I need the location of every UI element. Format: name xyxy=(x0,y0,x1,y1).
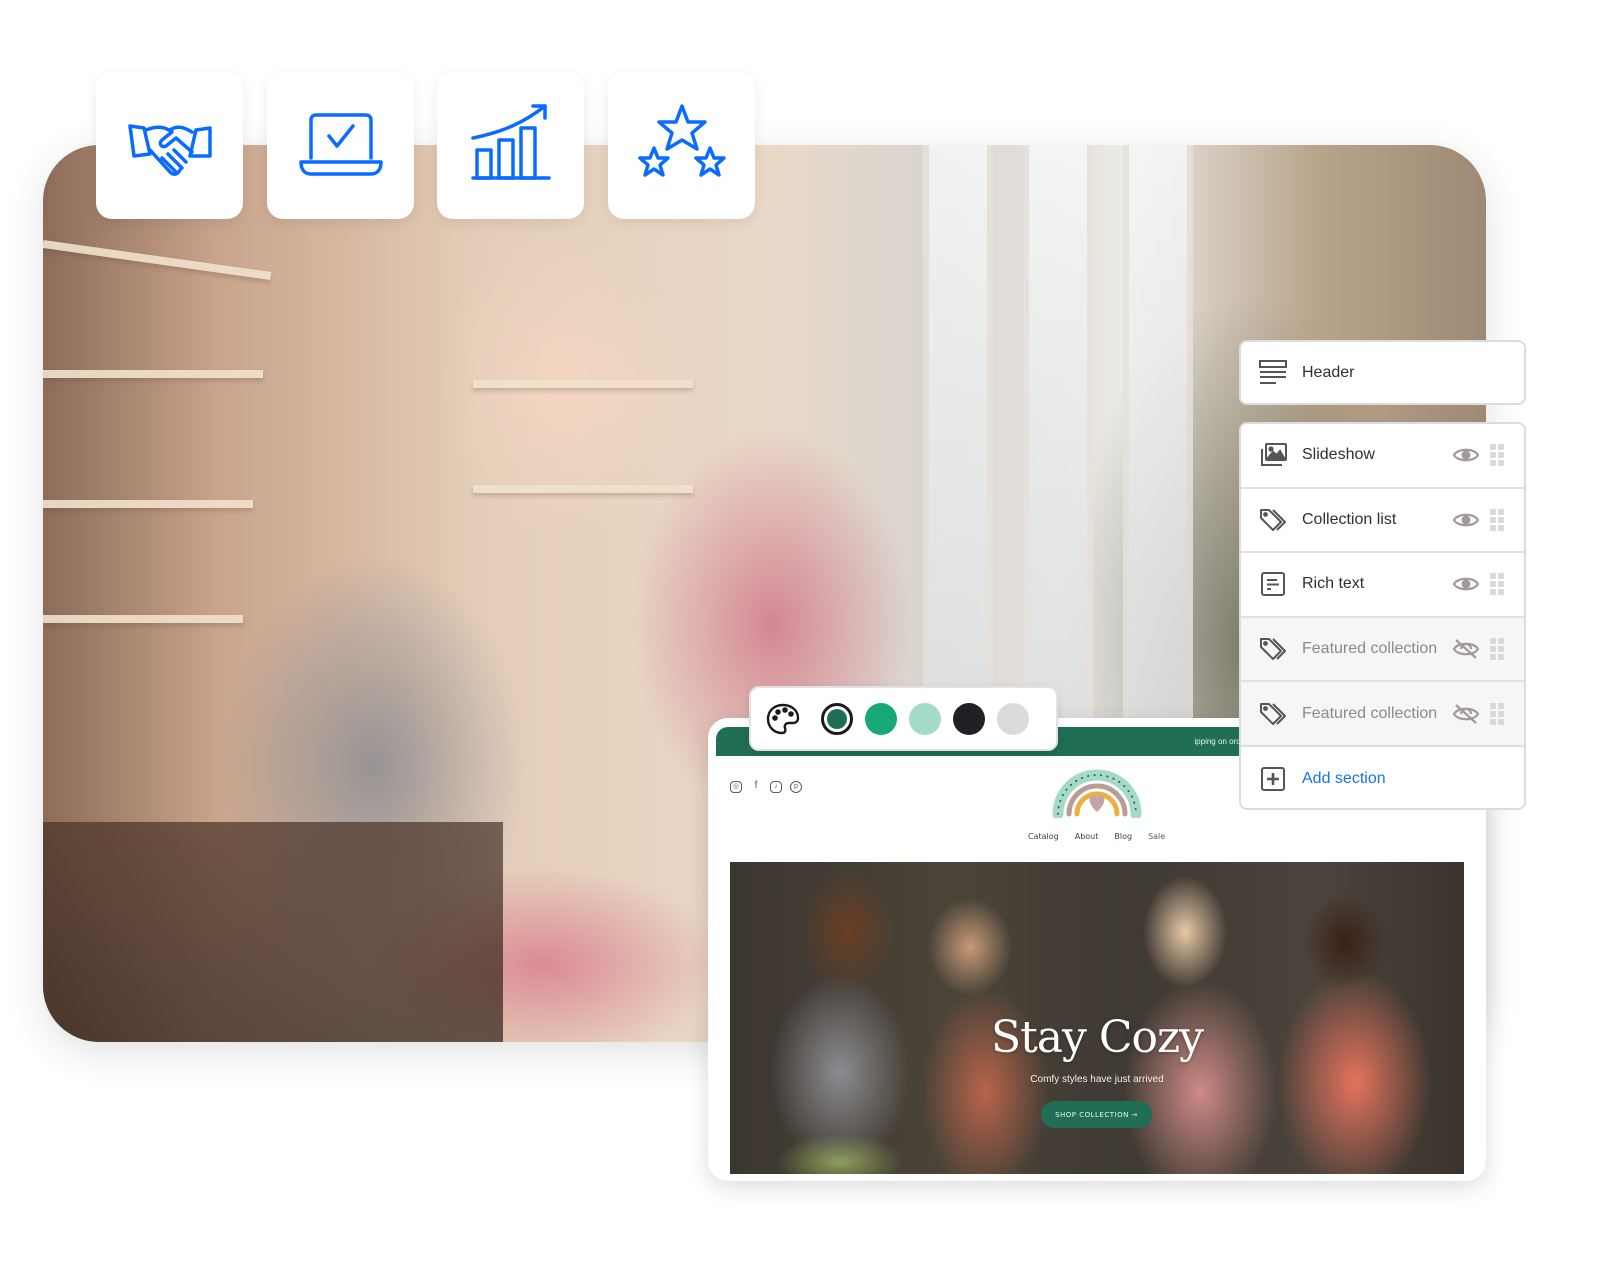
color-swatch-dark-green[interactable] xyxy=(821,702,853,735)
section-label: Rich text xyxy=(1302,575,1365,593)
slideshow-banner: Stay Cozy Comfy styles have just arrived… xyxy=(730,862,1464,1174)
rainbow-logo[interactable] xyxy=(1052,756,1142,818)
photo-shelf xyxy=(473,380,693,388)
color-swatch-green[interactable] xyxy=(865,702,897,735)
handshake-icon xyxy=(127,123,212,176)
feature-card-handshake xyxy=(96,72,243,219)
eye-icon[interactable] xyxy=(1452,444,1480,466)
banner-title: Stay Cozy xyxy=(990,1012,1204,1063)
section-label: Featured collection xyxy=(1302,640,1438,658)
instagram-icon[interactable]: ◎ xyxy=(730,781,742,793)
tiktok-icon[interactable]: ♪ xyxy=(770,781,782,793)
facebook-icon[interactable]: f xyxy=(750,781,762,793)
section-row-featured-collection[interactable]: Featured collection xyxy=(1241,617,1524,683)
laptop-check-icon xyxy=(298,112,383,176)
nav-about[interactable]: About xyxy=(1075,832,1099,841)
color-palette-picker xyxy=(749,686,1058,751)
section-label: Slideshow xyxy=(1302,446,1375,464)
section-row-slideshow[interactable]: Slideshow xyxy=(1241,424,1524,489)
nav-blog[interactable]: Blog xyxy=(1114,832,1132,841)
eye-hidden-icon[interactable] xyxy=(1452,703,1480,725)
section-header-label: Header xyxy=(1302,363,1355,381)
section-row-collection-list[interactable]: Collection list xyxy=(1241,489,1524,554)
social-links: ◎ f ♪ p xyxy=(730,781,802,793)
plus-square-icon xyxy=(1261,767,1285,792)
nav-sale[interactable]: Sale xyxy=(1148,832,1165,841)
section-label: Featured collection xyxy=(1302,704,1438,722)
photo-shelf xyxy=(473,485,693,493)
add-section-label: Add section xyxy=(1302,770,1386,788)
shop-collection-button[interactable]: SHOP COLLECTION → xyxy=(1041,1101,1152,1128)
drag-handle-icon[interactable] xyxy=(1490,638,1506,661)
photo-shelf xyxy=(43,370,263,378)
feature-card-growth xyxy=(437,72,584,219)
palette-icon xyxy=(766,703,800,734)
text-block-icon xyxy=(1261,572,1285,597)
feature-card-stars xyxy=(608,72,755,219)
eye-icon[interactable] xyxy=(1452,509,1480,531)
pinterest-icon[interactable]: p xyxy=(790,781,802,793)
photo-shelf xyxy=(43,240,272,280)
tag-icon xyxy=(1260,638,1286,661)
header-layout-icon xyxy=(1259,359,1287,384)
color-swatch-light-gray[interactable] xyxy=(997,702,1029,735)
drag-handle-icon[interactable] xyxy=(1490,508,1506,531)
section-row-featured-collection[interactable]: Featured collection xyxy=(1241,682,1524,747)
growth-chart-icon xyxy=(470,103,551,180)
section-header[interactable]: Header xyxy=(1239,340,1526,405)
drag-handle-icon[interactable] xyxy=(1490,444,1506,467)
drag-handle-icon[interactable] xyxy=(1490,702,1506,725)
color-swatch-black[interactable] xyxy=(953,702,985,735)
banner-subtitle: Comfy styles have just arrived xyxy=(1030,1074,1164,1085)
three-stars-icon xyxy=(637,103,726,177)
nav-catalog[interactable]: Catalog xyxy=(1028,832,1059,841)
drag-handle-icon[interactable] xyxy=(1490,573,1506,596)
feature-card-laptop xyxy=(267,72,414,219)
color-swatch-mint[interactable] xyxy=(909,702,941,735)
tag-icon xyxy=(1260,702,1286,725)
photo-floor xyxy=(43,822,503,1042)
section-label: Collection list xyxy=(1302,510,1397,528)
photo-shelf xyxy=(43,615,243,623)
eye-icon[interactable] xyxy=(1452,573,1480,595)
tag-icon xyxy=(1260,508,1286,531)
store-nav: Catalog About Blog Sale xyxy=(1028,832,1165,841)
sections-list: Slideshow Collection list Rich text Feat… xyxy=(1239,422,1526,810)
image-gallery-icon xyxy=(1261,443,1287,467)
section-row-rich-text[interactable]: Rich text xyxy=(1241,553,1524,618)
add-section-button[interactable]: Add section xyxy=(1241,747,1524,808)
eye-hidden-icon[interactable] xyxy=(1452,638,1480,660)
photo-shelf xyxy=(43,500,253,508)
